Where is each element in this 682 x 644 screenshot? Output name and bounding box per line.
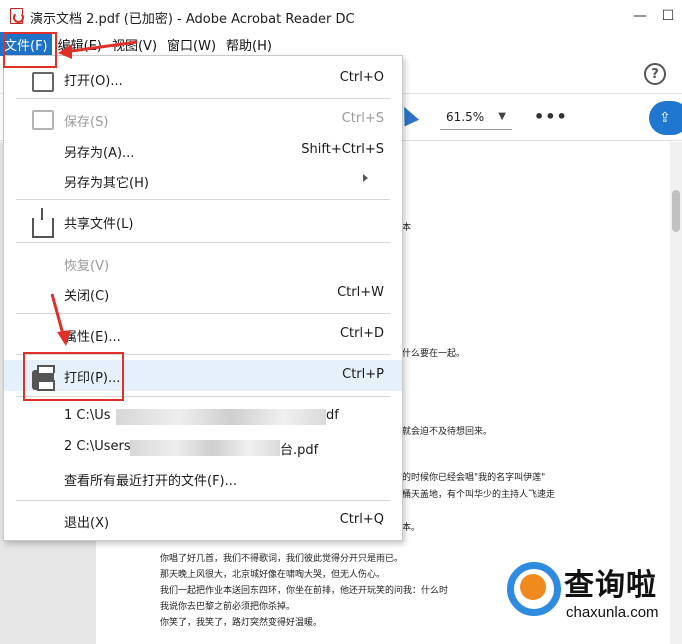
file-menu-dropdown: 打开(O)... Ctrl+O 保存(S) Ctrl+S 另存为(A)... S… <box>3 55 403 541</box>
menu-close-label: 关闭(C) <box>64 289 110 304</box>
menu-revert-label: 恢复(V) <box>64 259 110 274</box>
menu-view-all-recent-label: 查看所有最近打开的文件(F)... <box>64 474 238 489</box>
menu-recent-file-2[interactable]: 2 C:\Users 台.pdf <box>4 432 402 463</box>
annotation-highlight-print <box>23 352 124 401</box>
chevron-down-icon: ▼ <box>498 111 506 122</box>
doc-text-line: 桶天盖地，有个叫华少的主持人飞速走 <box>402 490 556 500</box>
doc-text-line: 就会迫不及待想回来。 <box>402 427 493 437</box>
doc-text-line: 什么要在一起。 <box>402 349 466 359</box>
doc-text-line: 你唱了好几首，我们不得歌词，我们彼此觉得分开只是雨已。 <box>160 554 404 564</box>
menu-share-label: 共享文件(L) <box>64 217 134 232</box>
menu-close[interactable]: 关闭(C) Ctrl+W <box>4 278 402 309</box>
recent-file-1-suffix: df <box>326 408 339 423</box>
menu-open-shortcut: Ctrl+O <box>339 70 384 85</box>
menu-properties-label: 属性(E)... <box>64 330 121 345</box>
share-button[interactable]: ⇪ <box>649 101 682 135</box>
doc-text-line: 我说你去巴黎之前必须把你杀掉。 <box>160 602 296 612</box>
menu-save-as[interactable]: 另存为(A)... Shift+Ctrl+S <box>4 135 402 166</box>
menu-help[interactable]: 帮助(H) <box>222 32 276 56</box>
doc-text-line: 本。 <box>402 523 421 533</box>
menu-separator <box>16 313 390 314</box>
recent-file-1-prefix: 1 C:\Us <box>64 408 111 423</box>
title-bar: 演示文档 2.pdf (已加密) - Adobe Acrobat Reader … <box>0 0 682 32</box>
menu-exit-label: 退出(X) <box>64 516 110 531</box>
minimize-button[interactable]: — <box>626 0 654 32</box>
menu-separator <box>16 500 390 501</box>
menu-open-label: 打开(O)... <box>64 74 123 89</box>
upload-icon: ⇪ <box>659 110 671 126</box>
menu-save-as-other[interactable]: 另存为其它(H) <box>4 165 402 196</box>
menu-print-shortcut: Ctrl+P <box>342 367 384 382</box>
redacted-path <box>116 409 326 425</box>
menu-close-shortcut: Ctrl+W <box>337 285 384 300</box>
menu-view[interactable]: 视图(V) <box>108 32 161 56</box>
doc-text-line: 那天晚上风很大，北京城好像在啸啕大哭，但无人伤心。 <box>160 570 386 580</box>
menu-separator <box>16 199 390 200</box>
menu-view-all-recent[interactable]: 查看所有最近打开的文件(F)... <box>4 463 402 494</box>
menu-edit[interactable]: 编辑(E) <box>54 32 106 56</box>
menu-recent-file-1[interactable]: 1 C:\Us df <box>4 401 402 432</box>
menu-revert[interactable]: 恢复(V) <box>4 248 402 279</box>
zoom-value: 61.5% <box>446 110 485 124</box>
menu-open[interactable]: 打开(O)... Ctrl+O <box>4 63 402 94</box>
doc-text-line: 的时候你已经会唱"我的名字叫伊莲" <box>402 473 546 483</box>
recent-file-2-suffix: 台.pdf <box>280 443 319 458</box>
menu-save-as-label: 另存为(A)... <box>64 146 135 161</box>
more-options-icon[interactable]: ••• <box>534 107 568 126</box>
zoom-select[interactable]: 61.5% ▼ <box>440 106 512 130</box>
help-icon[interactable]: ? <box>644 63 666 85</box>
acrobat-pdf-icon <box>10 8 24 24</box>
menu-share[interactable]: 共享文件(L) <box>4 206 402 238</box>
folder-open-icon <box>32 72 54 92</box>
submenu-arrow-icon <box>363 174 368 182</box>
recent-file-2-prefix: 2 C:\Users <box>64 439 131 454</box>
menu-save-as-shortcut: Shift+Ctrl+S <box>301 142 384 157</box>
menu-exit-shortcut: Ctrl+Q <box>339 512 384 527</box>
menu-properties[interactable]: 属性(E)... Ctrl+D <box>4 319 402 350</box>
doc-text-line: 我们一起把作业本送回东四环，你坐在前排，他还开玩笑的问我：什么时 <box>160 586 449 596</box>
window-controls: — ☐ <box>626 0 682 32</box>
watermark-title: 查询啦 <box>564 568 657 603</box>
menu-save-label: 保存(S) <box>64 115 109 130</box>
menu-save-as-other-label: 另存为其它(H) <box>64 176 149 191</box>
menu-save[interactable]: 保存(S) Ctrl+S <box>4 104 402 135</box>
menu-properties-shortcut: Ctrl+D <box>339 326 384 341</box>
annotation-highlight-file-menu <box>3 32 57 68</box>
menu-save-shortcut: Ctrl+S <box>341 111 384 126</box>
scrollbar-thumb[interactable] <box>672 190 680 232</box>
menu-bar: 文件(F) 编辑(E) 视图(V) 窗口(W) 帮助(H) <box>0 32 682 56</box>
menu-window[interactable]: 窗口(W) <box>163 32 220 56</box>
watermark-domain: chaxunla.com <box>566 604 659 621</box>
window-title: 演示文档 2.pdf (已加密) - Adobe Acrobat Reader … <box>30 12 355 27</box>
share-icon <box>32 208 54 238</box>
redacted-path <box>130 440 280 456</box>
maximize-button[interactable]: ☐ <box>654 0 682 32</box>
menu-exit[interactable]: 退出(X) Ctrl+Q <box>4 505 402 536</box>
watermark-logo-dot <box>520 574 546 600</box>
doc-text-line: 本 <box>402 223 412 233</box>
doc-text-line: 你笑了，我笑了，路灯突然变得好温暖。 <box>160 618 323 628</box>
menu-separator <box>16 242 390 243</box>
menu-separator <box>16 98 390 99</box>
save-icon <box>32 110 54 130</box>
